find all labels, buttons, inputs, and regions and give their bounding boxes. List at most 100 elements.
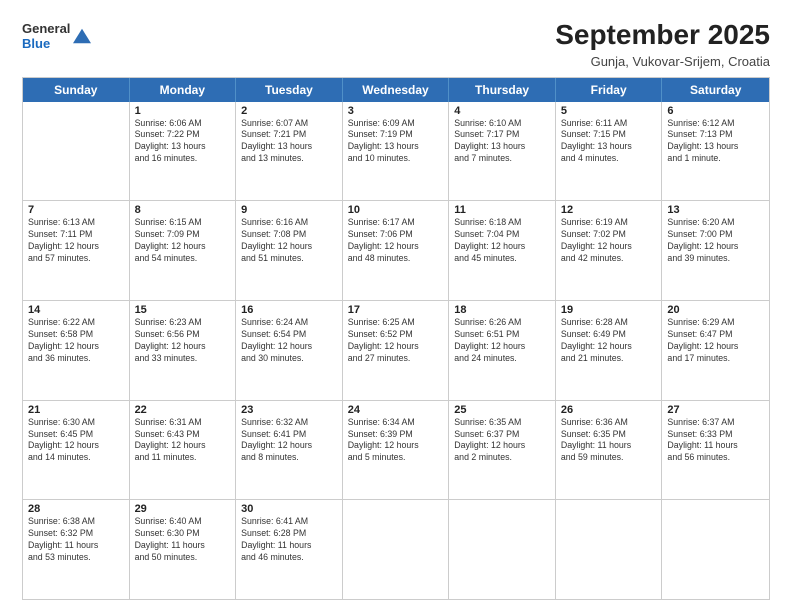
cal-cell-day-17: 17Sunrise: 6:25 AM Sunset: 6:52 PM Dayli… [343, 301, 450, 400]
cell-info: Sunrise: 6:34 AM Sunset: 6:39 PM Dayligh… [348, 417, 444, 465]
day-number: 15 [135, 304, 231, 316]
day-number: 22 [135, 404, 231, 416]
cell-info: Sunrise: 6:10 AM Sunset: 7:17 PM Dayligh… [454, 118, 550, 166]
cal-cell-day-16: 16Sunrise: 6:24 AM Sunset: 6:54 PM Dayli… [236, 301, 343, 400]
cal-row-5: 28Sunrise: 6:38 AM Sunset: 6:32 PM Dayli… [23, 500, 769, 600]
day-number: 26 [561, 404, 657, 416]
cell-info: Sunrise: 6:41 AM Sunset: 6:28 PM Dayligh… [241, 516, 337, 564]
cal-cell-day-12: 12Sunrise: 6:19 AM Sunset: 7:02 PM Dayli… [556, 201, 663, 300]
cell-info: Sunrise: 6:23 AM Sunset: 6:56 PM Dayligh… [135, 317, 231, 365]
day-number: 27 [667, 404, 764, 416]
cal-cell-day-29: 29Sunrise: 6:40 AM Sunset: 6:30 PM Dayli… [130, 500, 237, 599]
cal-cell-day-24: 24Sunrise: 6:34 AM Sunset: 6:39 PM Dayli… [343, 401, 450, 500]
day-number: 12 [561, 204, 657, 216]
day-number: 17 [348, 304, 444, 316]
day-number: 19 [561, 304, 657, 316]
cal-cell-day-10: 10Sunrise: 6:17 AM Sunset: 7:06 PM Dayli… [343, 201, 450, 300]
cal-cell-day-28: 28Sunrise: 6:38 AM Sunset: 6:32 PM Dayli… [23, 500, 130, 599]
calendar: SundayMondayTuesdayWednesdayThursdayFrid… [22, 77, 770, 600]
cal-cell-day-6: 6Sunrise: 6:12 AM Sunset: 7:13 PM Daylig… [662, 102, 769, 201]
cal-header-sunday: Sunday [23, 78, 130, 102]
cal-header-saturday: Saturday [662, 78, 769, 102]
day-number: 10 [348, 204, 444, 216]
cal-cell-empty [449, 500, 556, 599]
day-number: 1 [135, 105, 231, 117]
day-number: 16 [241, 304, 337, 316]
cal-row-1: 1Sunrise: 6:06 AM Sunset: 7:22 PM Daylig… [23, 102, 769, 202]
cell-info: Sunrise: 6:06 AM Sunset: 7:22 PM Dayligh… [135, 118, 231, 166]
day-number: 25 [454, 404, 550, 416]
cell-info: Sunrise: 6:28 AM Sunset: 6:49 PM Dayligh… [561, 317, 657, 365]
cell-info: Sunrise: 6:24 AM Sunset: 6:54 PM Dayligh… [241, 317, 337, 365]
cal-cell-day-22: 22Sunrise: 6:31 AM Sunset: 6:43 PM Dayli… [130, 401, 237, 500]
cal-cell-day-21: 21Sunrise: 6:30 AM Sunset: 6:45 PM Dayli… [23, 401, 130, 500]
subtitle: Gunja, Vukovar-Srijem, Croatia [555, 54, 770, 69]
cal-cell-day-3: 3Sunrise: 6:09 AM Sunset: 7:19 PM Daylig… [343, 102, 450, 201]
day-number: 5 [561, 105, 657, 117]
cell-info: Sunrise: 6:11 AM Sunset: 7:15 PM Dayligh… [561, 118, 657, 166]
cal-cell-day-15: 15Sunrise: 6:23 AM Sunset: 6:56 PM Dayli… [130, 301, 237, 400]
cal-cell-day-27: 27Sunrise: 6:37 AM Sunset: 6:33 PM Dayli… [662, 401, 769, 500]
cal-cell-day-7: 7Sunrise: 6:13 AM Sunset: 7:11 PM Daylig… [23, 201, 130, 300]
cell-info: Sunrise: 6:12 AM Sunset: 7:13 PM Dayligh… [667, 118, 764, 166]
cal-cell-day-13: 13Sunrise: 6:20 AM Sunset: 7:00 PM Dayli… [662, 201, 769, 300]
cal-cell-day-20: 20Sunrise: 6:29 AM Sunset: 6:47 PM Dayli… [662, 301, 769, 400]
cell-info: Sunrise: 6:29 AM Sunset: 6:47 PM Dayligh… [667, 317, 764, 365]
day-number: 20 [667, 304, 764, 316]
day-number: 9 [241, 204, 337, 216]
cal-header-monday: Monday [130, 78, 237, 102]
cal-header-tuesday: Tuesday [236, 78, 343, 102]
cal-header-thursday: Thursday [449, 78, 556, 102]
calendar-body: 1Sunrise: 6:06 AM Sunset: 7:22 PM Daylig… [23, 102, 769, 600]
cell-info: Sunrise: 6:40 AM Sunset: 6:30 PM Dayligh… [135, 516, 231, 564]
cal-cell-day-19: 19Sunrise: 6:28 AM Sunset: 6:49 PM Dayli… [556, 301, 663, 400]
cal-cell-empty [343, 500, 450, 599]
cell-info: Sunrise: 6:30 AM Sunset: 6:45 PM Dayligh… [28, 417, 124, 465]
cell-info: Sunrise: 6:15 AM Sunset: 7:09 PM Dayligh… [135, 217, 231, 265]
day-number: 28 [28, 503, 124, 515]
cell-info: Sunrise: 6:09 AM Sunset: 7:19 PM Dayligh… [348, 118, 444, 166]
cell-info: Sunrise: 6:16 AM Sunset: 7:08 PM Dayligh… [241, 217, 337, 265]
logo-icon [73, 27, 91, 45]
cell-info: Sunrise: 6:18 AM Sunset: 7:04 PM Dayligh… [454, 217, 550, 265]
logo-general: General [22, 22, 70, 37]
cell-info: Sunrise: 6:17 AM Sunset: 7:06 PM Dayligh… [348, 217, 444, 265]
day-number: 7 [28, 204, 124, 216]
cal-cell-day-23: 23Sunrise: 6:32 AM Sunset: 6:41 PM Dayli… [236, 401, 343, 500]
logo: General Blue [22, 22, 91, 52]
day-number: 8 [135, 204, 231, 216]
cal-cell-day-30: 30Sunrise: 6:41 AM Sunset: 6:28 PM Dayli… [236, 500, 343, 599]
day-number: 11 [454, 204, 550, 216]
cal-cell-empty [662, 500, 769, 599]
cal-row-4: 21Sunrise: 6:30 AM Sunset: 6:45 PM Dayli… [23, 401, 769, 501]
day-number: 18 [454, 304, 550, 316]
day-number: 3 [348, 105, 444, 117]
page-title: September 2025 [555, 18, 770, 52]
cal-cell-day-9: 9Sunrise: 6:16 AM Sunset: 7:08 PM Daylig… [236, 201, 343, 300]
cal-cell-day-11: 11Sunrise: 6:18 AM Sunset: 7:04 PM Dayli… [449, 201, 556, 300]
cell-info: Sunrise: 6:36 AM Sunset: 6:35 PM Dayligh… [561, 417, 657, 465]
cell-info: Sunrise: 6:20 AM Sunset: 7:00 PM Dayligh… [667, 217, 764, 265]
cell-info: Sunrise: 6:26 AM Sunset: 6:51 PM Dayligh… [454, 317, 550, 365]
page: General Blue September 2025 Gunja, Vukov… [0, 0, 792, 612]
cal-cell-empty [556, 500, 663, 599]
day-number: 6 [667, 105, 764, 117]
cell-info: Sunrise: 6:32 AM Sunset: 6:41 PM Dayligh… [241, 417, 337, 465]
cal-cell-day-18: 18Sunrise: 6:26 AM Sunset: 6:51 PM Dayli… [449, 301, 556, 400]
cal-cell-day-25: 25Sunrise: 6:35 AM Sunset: 6:37 PM Dayli… [449, 401, 556, 500]
cal-header-wednesday: Wednesday [343, 78, 450, 102]
title-block: September 2025 Gunja, Vukovar-Srijem, Cr… [555, 18, 770, 69]
calendar-header-row: SundayMondayTuesdayWednesdayThursdayFrid… [23, 78, 769, 102]
day-number: 13 [667, 204, 764, 216]
cell-info: Sunrise: 6:38 AM Sunset: 6:32 PM Dayligh… [28, 516, 124, 564]
day-number: 23 [241, 404, 337, 416]
cal-row-3: 14Sunrise: 6:22 AM Sunset: 6:58 PM Dayli… [23, 301, 769, 401]
cell-info: Sunrise: 6:25 AM Sunset: 6:52 PM Dayligh… [348, 317, 444, 365]
cal-cell-day-8: 8Sunrise: 6:15 AM Sunset: 7:09 PM Daylig… [130, 201, 237, 300]
cal-cell-day-14: 14Sunrise: 6:22 AM Sunset: 6:58 PM Dayli… [23, 301, 130, 400]
cell-info: Sunrise: 6:35 AM Sunset: 6:37 PM Dayligh… [454, 417, 550, 465]
cal-row-2: 7Sunrise: 6:13 AM Sunset: 7:11 PM Daylig… [23, 201, 769, 301]
day-number: 14 [28, 304, 124, 316]
header: General Blue September 2025 Gunja, Vukov… [22, 18, 770, 69]
cal-cell-day-5: 5Sunrise: 6:11 AM Sunset: 7:15 PM Daylig… [556, 102, 663, 201]
